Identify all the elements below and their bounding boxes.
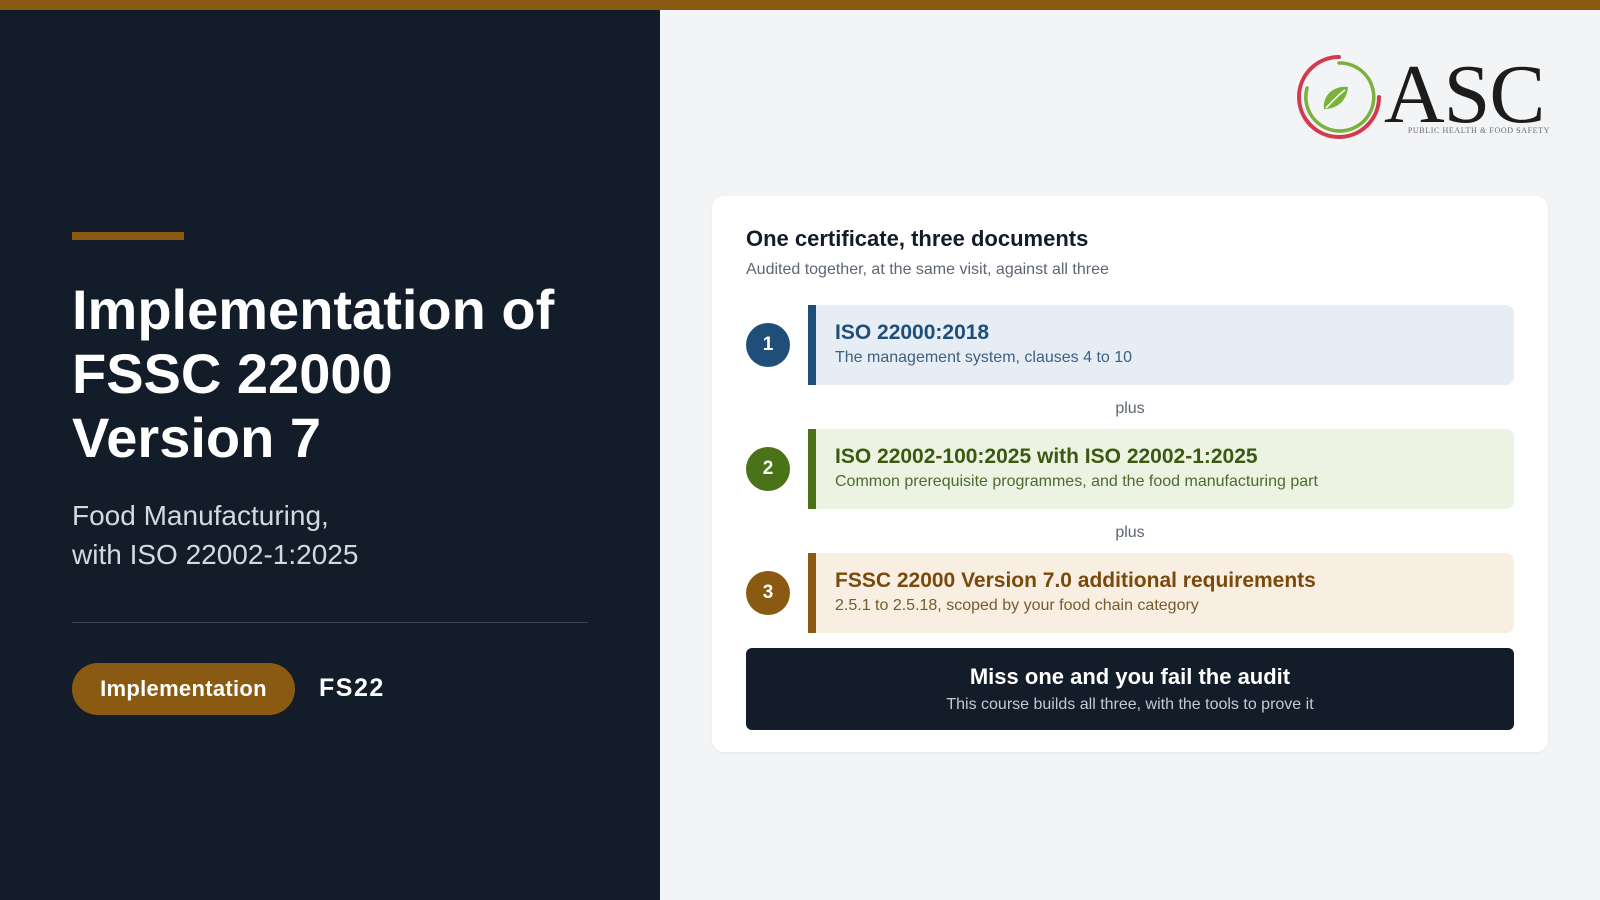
card-title: One certificate, three documents bbox=[746, 226, 1089, 251]
step-number-badge: 3 bbox=[746, 571, 790, 615]
step-number-badge: 1 bbox=[746, 323, 790, 367]
step-description: 2.5.1 to 2.5.18, scoped by your food cha… bbox=[835, 597, 1199, 614]
main-title-line: Implementation of bbox=[72, 278, 555, 341]
step-box: FSSC 22000 Version 7.0 additional requir… bbox=[808, 553, 1514, 633]
step-title: FSSC 22000 Version 7.0 additional requir… bbox=[835, 569, 1316, 592]
title-panel: Implementation of FSSC 22000 Version 7 F… bbox=[0, 10, 660, 900]
main-title-line: Version 7 bbox=[72, 406, 322, 469]
step-number-badge: 2 bbox=[746, 447, 790, 491]
step-title: ISO 22002-100:2025 with ISO 22002-1:2025 bbox=[835, 445, 1258, 468]
accent-bar bbox=[72, 232, 184, 240]
step-description: The management system, clauses 4 to 10 bbox=[835, 349, 1133, 366]
warning-subtitle: This course builds all three, with the t… bbox=[946, 696, 1314, 713]
subtitle-line: with ISO 22002-1:2025 bbox=[72, 539, 359, 570]
subtitle: Food Manufacturing, with ISO 22002-1:202… bbox=[72, 496, 612, 574]
subtitle-line: Food Manufacturing, bbox=[72, 500, 329, 531]
step-box: ISO 22000:2018 The management system, cl… bbox=[808, 305, 1514, 385]
divider bbox=[72, 622, 588, 623]
audit-warning-banner: Miss one and you fail the audit This cou… bbox=[746, 648, 1514, 730]
documents-card: One certificate, three documents Audited… bbox=[712, 196, 1548, 752]
step-iso-22002: 2 ISO 22002-100:2025 with ISO 22002-1:20… bbox=[746, 429, 1514, 509]
implementation-badge: Implementation bbox=[72, 663, 295, 715]
top-accent-strip bbox=[0, 0, 1600, 10]
step-description: Common prerequisite programmes, and the … bbox=[835, 473, 1318, 490]
main-title-line: FSSC 22000 bbox=[72, 342, 393, 405]
warning-title: Miss one and you fail the audit bbox=[969, 664, 1291, 689]
asc-logo: ASC PUBLIC HEALTH & FOOD SAFETY bbox=[1294, 52, 1550, 142]
card-subtitle: Audited together, at the same visit, aga… bbox=[746, 261, 1109, 278]
slide: Implementation of FSSC 22000 Version 7 F… bbox=[0, 0, 1600, 900]
course-code: FS22 bbox=[319, 674, 385, 702]
step-box: ISO 22002-100:2025 with ISO 22002-1:2025… bbox=[808, 429, 1514, 509]
logo-tagline: PUBLIC HEALTH & FOOD SAFETY bbox=[1407, 126, 1550, 135]
step-fssc-additional: 3 FSSC 22000 Version 7.0 additional requ… bbox=[746, 553, 1514, 633]
step-iso-22000: 1 ISO 22000:2018 The management system, … bbox=[746, 305, 1514, 385]
main-title: Implementation of FSSC 22000 Version 7 bbox=[72, 278, 632, 470]
plus-separator: plus bbox=[1115, 524, 1145, 541]
leaf-circle-icon bbox=[1297, 55, 1381, 139]
plus-separator: plus bbox=[1115, 400, 1145, 417]
step-title: ISO 22000:2018 bbox=[835, 321, 990, 344]
